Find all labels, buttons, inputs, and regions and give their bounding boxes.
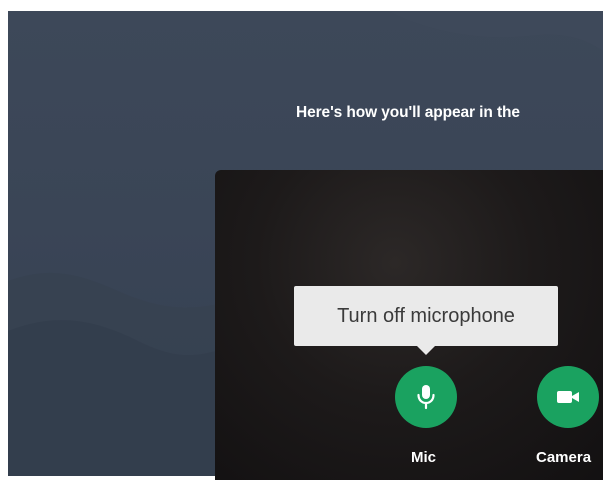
tooltip-arrow bbox=[417, 346, 435, 355]
mic-label: Mic bbox=[411, 449, 437, 466]
microphone-icon bbox=[417, 385, 435, 410]
video-camera-icon bbox=[557, 391, 579, 403]
preview-heading: Here's how you'll appear in the bbox=[296, 104, 520, 121]
mic-toggle-button[interactable] bbox=[395, 366, 457, 428]
mic-tooltip: Turn off microphone bbox=[294, 286, 558, 346]
camera-label: Camera bbox=[536, 449, 592, 466]
camera-toggle-button[interactable] bbox=[537, 366, 599, 428]
